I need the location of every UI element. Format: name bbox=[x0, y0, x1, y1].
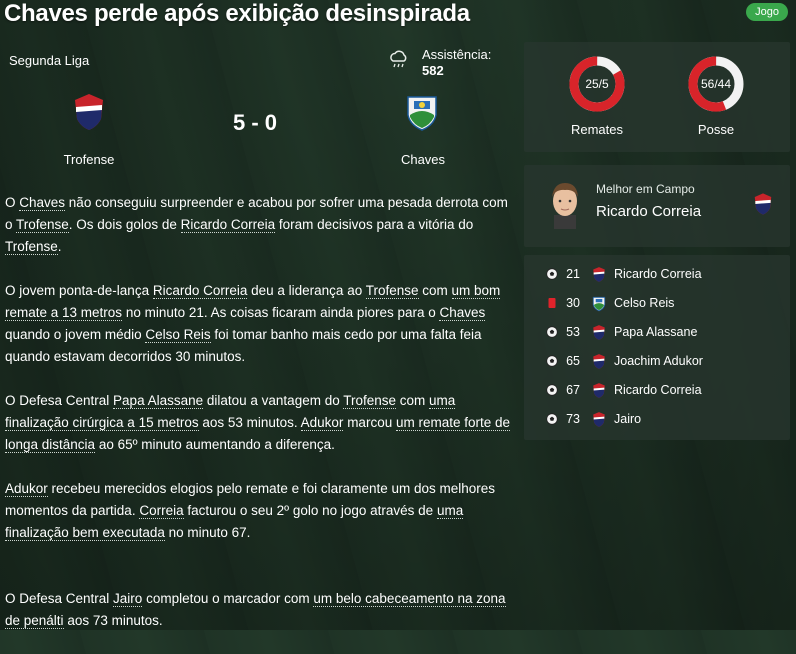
cloudy-weather-icon bbox=[388, 48, 410, 70]
player-link[interactable]: Celso Reis bbox=[145, 327, 211, 343]
team-link[interactable]: Chaves bbox=[439, 305, 486, 321]
home-club-crest-icon bbox=[592, 353, 606, 370]
event-row: 73 Jairo bbox=[524, 405, 790, 434]
home-team-name[interactable]: Trofense bbox=[40, 152, 138, 167]
event-minute: 67 bbox=[566, 383, 580, 397]
away-team-name[interactable]: Chaves bbox=[372, 152, 474, 167]
event-player-name[interactable]: Jairo bbox=[614, 412, 641, 426]
possession-label: Posse bbox=[697, 122, 735, 137]
event-minute: 30 bbox=[566, 296, 580, 310]
possession-donut[interactable]: 56/44 bbox=[686, 54, 746, 114]
away-club-crest-icon bbox=[592, 295, 606, 312]
team-link[interactable]: Trofense bbox=[365, 283, 419, 299]
man-of-the-match-panel[interactable]: Melhor em Campo Ricardo Correia bbox=[524, 165, 790, 247]
motm-player-name[interactable]: Ricardo Correia bbox=[596, 203, 701, 220]
match-report-area: Segunda Liga Assistência: 582 5 - 0 Trof… bbox=[0, 38, 520, 630]
event-row: 67 Ricardo Correia bbox=[524, 376, 790, 405]
player-link[interactable]: Adukor bbox=[5, 481, 48, 497]
player-avatar bbox=[546, 179, 584, 229]
report-paragraph: O Defesa Central Jairo completou o marca… bbox=[5, 591, 506, 629]
event-minute: 53 bbox=[566, 325, 580, 339]
motm-label: Melhor em Campo bbox=[596, 182, 695, 196]
player-link[interactable]: Adukor bbox=[300, 415, 344, 431]
home-club-crest-icon bbox=[592, 266, 606, 283]
event-row: 65 Joachim Adukor bbox=[524, 347, 790, 376]
home-club-crest-icon bbox=[592, 411, 606, 428]
event-player-name[interactable]: Papa Alassane bbox=[614, 325, 697, 339]
goal-ball-icon bbox=[546, 384, 558, 396]
report-paragraph: O jovem ponta-de-lança Ricardo Correia d… bbox=[5, 283, 501, 364]
attendance-value: 582 bbox=[422, 63, 444, 78]
player-link[interactable]: Ricardo Correia bbox=[152, 283, 248, 299]
home-club-crest-icon bbox=[592, 382, 606, 399]
team-link[interactable]: Trofense bbox=[16, 217, 69, 233]
stats-panel: 25/5 Remates 56/44 Posse bbox=[524, 42, 790, 152]
player-link[interactable]: Papa Alassane bbox=[113, 393, 204, 409]
event-player-name[interactable]: Joachim Adukor bbox=[614, 354, 703, 368]
player-link[interactable]: Ricardo Correia bbox=[180, 217, 276, 233]
event-minute: 21 bbox=[566, 267, 580, 281]
goal-ball-icon bbox=[546, 413, 558, 425]
home-club-crest-icon bbox=[592, 324, 606, 341]
event-row: 30 Celso Reis bbox=[524, 289, 790, 318]
report-paragraph: O Chaves não conseguiu surpreender e aca… bbox=[5, 195, 508, 255]
goal-ball-icon bbox=[546, 326, 558, 338]
event-player-name[interactable]: Ricardo Correia bbox=[614, 383, 702, 397]
team-link[interactable]: Trofense bbox=[5, 239, 58, 255]
possession-value: 56/44 bbox=[700, 77, 732, 91]
event-player-name[interactable]: Ricardo Correia bbox=[614, 267, 702, 281]
scoreline: 5 - 0 bbox=[232, 110, 278, 135]
attendance-label: Assistência: bbox=[422, 47, 492, 62]
event-row: 53 Papa Alassane bbox=[524, 318, 790, 347]
league-name[interactable]: Segunda Liga bbox=[9, 53, 89, 68]
page-title: Chaves perde após exibição desinspirada bbox=[4, 0, 470, 27]
match-events-panel: 21 Ricardo Correia 30 Celso Reis 53 Papa Alas… bbox=[524, 255, 790, 440]
event-minute: 65 bbox=[566, 354, 580, 368]
motm-club-crest bbox=[753, 191, 773, 217]
goal-ball-icon bbox=[546, 355, 558, 367]
player-link[interactable]: Correia bbox=[139, 503, 184, 519]
team-link[interactable]: Trofense bbox=[343, 393, 397, 409]
report-paragraph: Adukor recebeu merecidos elogios pelo re… bbox=[5, 481, 496, 541]
home-club-crest[interactable] bbox=[72, 93, 106, 131]
red-card-icon bbox=[546, 297, 558, 309]
event-player-name[interactable]: Celso Reis bbox=[614, 296, 674, 310]
event-minute: 73 bbox=[566, 412, 580, 426]
team-link[interactable]: Chaves bbox=[19, 195, 66, 211]
event-row: 21 Ricardo Correia bbox=[524, 260, 790, 289]
goal-ball-icon bbox=[546, 268, 558, 280]
match-badge[interactable]: Jogo bbox=[746, 3, 788, 21]
report-paragraph: O Defesa Central Papa Alassane dilatou a… bbox=[5, 393, 511, 453]
shots-label: Remates bbox=[570, 122, 624, 137]
match-report-text: O Chaves não conseguiu surpreender e aca… bbox=[5, 192, 515, 654]
player-link[interactable]: Jairo bbox=[113, 591, 143, 607]
away-club-crest[interactable] bbox=[405, 93, 439, 131]
shots-value: 25/5 bbox=[585, 77, 609, 91]
shots-donut[interactable]: 25/5 bbox=[567, 54, 627, 114]
